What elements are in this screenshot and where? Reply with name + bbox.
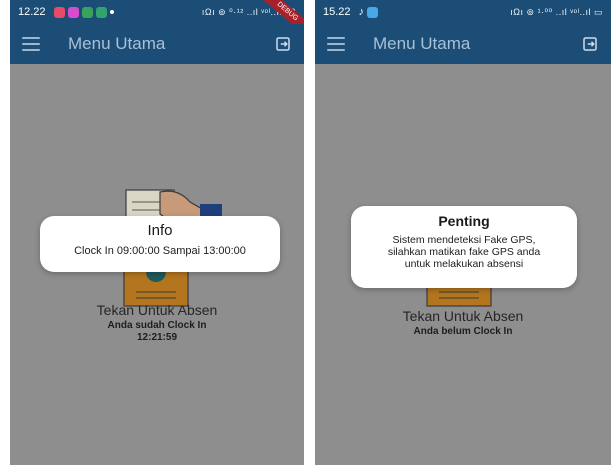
dialog-message: Clock In 09:00:00 Sampai 13:00:00	[74, 245, 246, 257]
fake-gps-warning-dialog: Penting Sistem mendeteksi Fake GPS, sila…	[351, 206, 577, 288]
app-bar: Menu Utama	[315, 24, 611, 64]
app-bar-title: Menu Utama	[68, 34, 166, 53]
status-bar: 12.22 ıΩı ⊚ ⁰·¹² ..ıl ᵛᵒˡ..ıl 89 DEBUG	[10, 0, 304, 40]
clock-in-time: 12:21:59	[136, 332, 178, 343]
status-time: 15.22	[323, 6, 351, 18]
notification-icons	[53, 6, 114, 18]
status-bar: 15.22 ♪ ıΩı ⊚ ¹·⁰⁰ ..ıl ᵛᵒˡ..ıl ▭	[315, 0, 611, 24]
dialog-message: Sistem mendeteksi Fake GPS, silahkan mat…	[351, 234, 577, 270]
clock-in-status-line: Anda belum Clock In	[413, 326, 513, 337]
dialog-message-line: silahkan matikan fake GPS anda	[387, 246, 541, 258]
status-system-icons: ıΩı ⊚ ¹·⁰⁰ ..ıl ᵛᵒˡ..ıl ▭	[510, 6, 603, 17]
dialog-title: Penting	[438, 213, 490, 229]
screen-info-dialog: 12.22 ıΩı ⊚ ⁰·¹² ..ıl ᵛᵒˡ..ıl 89 DEBUG M…	[10, 0, 304, 465]
dialog-message-line: Sistem mendeteksi Fake GPS,	[392, 234, 536, 246]
notification-icon	[53, 6, 65, 18]
app-bar-title: Menu Utama	[373, 34, 471, 53]
hamburger-icon[interactable]	[327, 37, 345, 51]
tiktok-icon: ♪	[358, 6, 365, 18]
status-time: 12.22	[18, 6, 46, 18]
tap-to-attend-label[interactable]: Tekan Untuk Absen	[10, 302, 304, 318]
dialog-message-line: untuk melakukan absensi	[404, 258, 524, 270]
notification-icons: ♪	[359, 6, 379, 18]
clock-in-status: Anda belum Clock In	[315, 326, 611, 338]
notification-icon	[67, 6, 79, 18]
dialog-title: Info	[147, 222, 173, 239]
screen-fake-gps-dialog: 15.22 ♪ ıΩı ⊚ ¹·⁰⁰ ..ıl ᵛᵒˡ..ıl ▭ Menu U…	[315, 0, 611, 465]
tap-to-attend-label[interactable]: Tekan Untuk Absen	[315, 308, 611, 324]
app-bar: Menu Utama	[10, 24, 304, 64]
clock-in-status-line: Anda sudah Clock In	[107, 320, 207, 331]
info-dialog: Info Clock In 09:00:00 Sampai 13:00:00	[40, 216, 280, 272]
notification-icon	[81, 6, 93, 18]
notification-icon	[367, 6, 379, 18]
clock-in-status: Anda sudah Clock In 12:21:59	[10, 320, 304, 344]
more-notifications-dot	[109, 10, 114, 14]
hamburger-icon[interactable]	[22, 37, 40, 51]
logout-icon[interactable]	[581, 35, 599, 53]
logout-icon[interactable]	[274, 35, 292, 53]
notification-icon	[95, 6, 107, 18]
